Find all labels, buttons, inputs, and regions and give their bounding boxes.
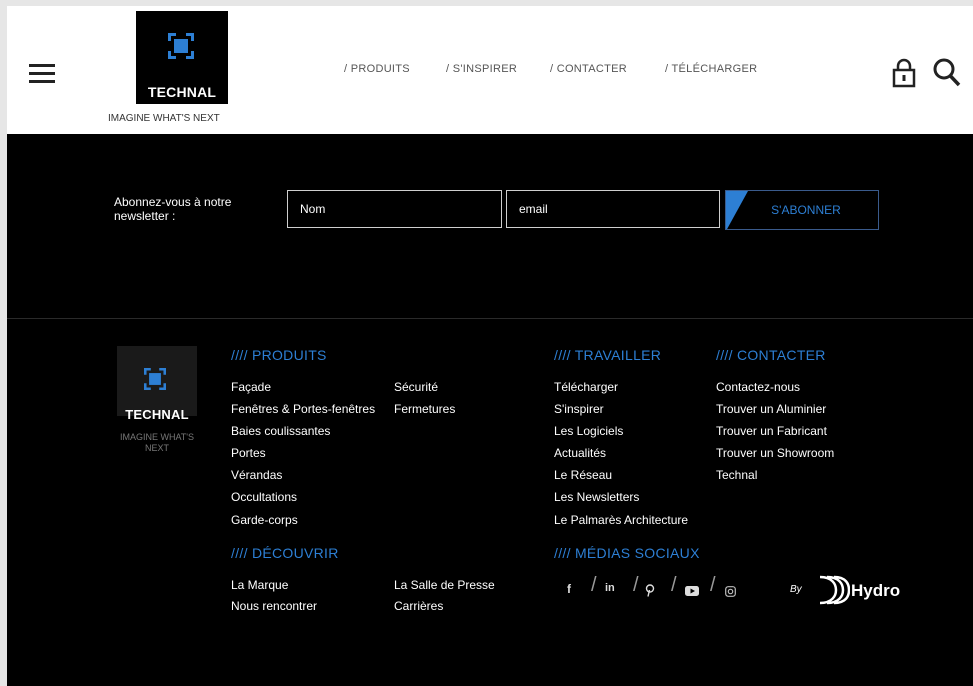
footer-link-reseau[interactable]: Le Réseau bbox=[554, 468, 612, 482]
nav-produits[interactable]: / PRODUITS bbox=[344, 63, 410, 75]
header-tagline: IMAGINE WHAT'S NEXT bbox=[108, 113, 220, 124]
footer-link-palmares[interactable]: Le Palmarès Architecture bbox=[554, 513, 688, 527]
footer-link-carrieres[interactable]: Carrières bbox=[394, 599, 443, 613]
footer-divider bbox=[7, 318, 973, 319]
social-separator: / bbox=[710, 574, 716, 596]
footer-link-showroom[interactable]: Trouver un Showroom bbox=[716, 446, 834, 460]
technal-logo[interactable]: TECHNAL bbox=[136, 11, 228, 104]
footer-link-marque[interactable]: La Marque bbox=[231, 578, 288, 592]
newsletter-email-input[interactable] bbox=[506, 190, 720, 228]
footer-link-logiciels[interactable]: Les Logiciels bbox=[554, 424, 623, 438]
footer-link-technal[interactable]: Technal bbox=[716, 468, 757, 482]
footer-link-fabricant[interactable]: Trouver un Fabricant bbox=[716, 424, 827, 438]
footer-link-telecharger[interactable]: Télécharger bbox=[554, 380, 618, 394]
footer-link-salle-presse[interactable]: La Salle de Presse bbox=[394, 578, 495, 592]
travailler-heading: //// TRAVAILLER bbox=[554, 347, 662, 363]
footer-link-portes[interactable]: Portes bbox=[231, 446, 266, 460]
by-label: By bbox=[790, 584, 802, 595]
social-separator: / bbox=[591, 574, 597, 596]
technal-logo-mark-icon bbox=[168, 33, 194, 59]
decouvrir-heading: //// DÉCOUVRIR bbox=[231, 545, 339, 561]
produits-heading: //// PRODUITS bbox=[231, 347, 327, 363]
instagram-icon[interactable] bbox=[725, 586, 736, 597]
footer-link-garde-corps[interactable]: Garde-corps bbox=[231, 513, 298, 527]
pinterest-icon[interactable] bbox=[645, 584, 655, 597]
site-header: TECHNAL IMAGINE WHAT'S NEXT / PRODUITS /… bbox=[7, 6, 973, 134]
footer-link-verandas[interactable]: Vérandas bbox=[231, 468, 282, 482]
nav-telecharger[interactable]: / TÉLÉCHARGER bbox=[665, 63, 757, 75]
hydro-logo-icon[interactable] bbox=[818, 575, 850, 605]
footer-logo-mark-icon bbox=[144, 368, 166, 390]
footer-link-rencontrer[interactable]: Nous rencontrer bbox=[231, 599, 317, 613]
social-separator: / bbox=[671, 574, 677, 596]
footer-link-fenetres[interactable]: Fenêtres & Portes-fenêtres bbox=[231, 402, 375, 416]
footer-logo-wordmark: TECHNAL bbox=[125, 407, 189, 422]
footer-link-occultations[interactable]: Occultations bbox=[231, 490, 297, 504]
footer-link-newsletters[interactable]: Les Newsletters bbox=[554, 490, 639, 504]
newsletter-name-input[interactable] bbox=[287, 190, 502, 228]
facebook-icon[interactable]: f bbox=[567, 582, 571, 596]
nav-contacter[interactable]: / CONTACTER bbox=[550, 63, 627, 75]
footer-link-fermetures[interactable]: Fermetures bbox=[394, 402, 455, 416]
footer-tagline: IMAGINE WHAT'S NEXT bbox=[119, 432, 195, 453]
lock-icon[interactable] bbox=[891, 57, 917, 89]
hydro-wordmark[interactable]: Hydro bbox=[851, 581, 900, 601]
search-icon[interactable] bbox=[932, 56, 962, 88]
footer-link-aluminier[interactable]: Trouver un Aluminier bbox=[716, 402, 826, 416]
logo-wordmark: TECHNAL bbox=[147, 84, 217, 100]
contacter-heading: //// CONTACTER bbox=[716, 347, 826, 363]
youtube-icon[interactable] bbox=[685, 586, 699, 596]
nav-sinspirer[interactable]: / S'INSPIRER bbox=[446, 63, 517, 75]
footer-link-securite[interactable]: Sécurité bbox=[394, 380, 438, 394]
newsletter-label: Abonnez-vous à notre newsletter : bbox=[114, 195, 232, 223]
footer-link-facade[interactable]: Façade bbox=[231, 380, 271, 394]
linkedin-icon[interactable]: in bbox=[605, 582, 615, 594]
footer-link-sinspirer[interactable]: S'inspirer bbox=[554, 402, 604, 416]
subscribe-button-label: S'ABONNER bbox=[771, 203, 841, 217]
footer-logo[interactable]: TECHNAL bbox=[117, 346, 197, 422]
subscribe-button[interactable]: S'ABONNER bbox=[725, 190, 879, 230]
medias-heading: //// MÉDIAS SOCIAUX bbox=[554, 545, 700, 561]
footer-link-contactez[interactable]: Contactez-nous bbox=[716, 380, 800, 394]
page: TECHNAL IMAGINE WHAT'S NEXT / PRODUITS /… bbox=[7, 6, 973, 686]
footer-link-baies[interactable]: Baies coulissantes bbox=[231, 424, 330, 438]
footer-link-actualites[interactable]: Actualités bbox=[554, 446, 606, 460]
menu-icon[interactable] bbox=[29, 64, 55, 84]
social-separator: / bbox=[633, 574, 639, 596]
